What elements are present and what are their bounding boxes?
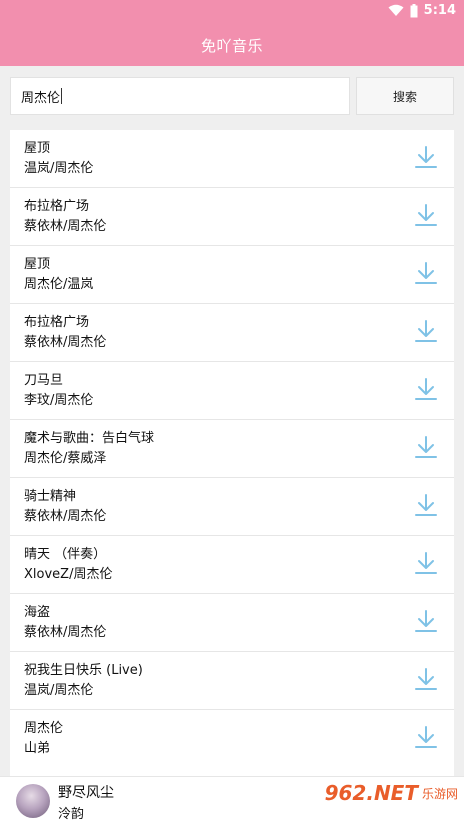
- song-artist: 李玟/周杰伦: [24, 393, 94, 408]
- download-icon[interactable]: [414, 203, 438, 229]
- song-artist: 温岚/周杰伦: [24, 161, 94, 176]
- song-list: 屋顶 温岚/周杰伦 布拉格广场 蔡依林/周杰伦 屋顶 周杰伦/温岚 布拉格广场 蔡依林/周杰伦…: [10, 130, 454, 776]
- download-icon[interactable]: [414, 435, 438, 461]
- wifi-icon: [388, 4, 404, 16]
- song-row[interactable]: 骑士精神蔡依林/周杰伦: [10, 478, 454, 536]
- song-title: 布拉格广场: [24, 199, 90, 214]
- download-icon[interactable]: [414, 493, 438, 519]
- song-title: 周杰伦: [24, 721, 64, 736]
- battery-icon: [410, 3, 418, 17]
- player-song-title: 野尽风尘: [58, 785, 114, 801]
- download-icon[interactable]: [414, 319, 438, 345]
- text-cursor: [61, 88, 63, 104]
- song-title: 祝我生日快乐 (Live): [24, 663, 143, 678]
- song-title: 海盗: [24, 605, 51, 620]
- song-row[interactable]: 魔术与歌曲：告白气球 周杰伦/蔡威泽: [10, 420, 454, 478]
- song-row[interactable]: 屋顶周杰伦/温岚: [10, 246, 454, 304]
- app-title: 免吖音乐: [200, 37, 263, 55]
- song-artist: 蔡依林/周杰伦: [24, 509, 107, 524]
- download-icon[interactable]: [414, 145, 438, 171]
- watermark-main: 962.NET: [324, 781, 418, 805]
- search-input[interactable]: 周杰伦: [10, 77, 350, 115]
- status-icons: 5:14: [388, 3, 456, 18]
- song-artist: 周杰伦/温岚: [24, 277, 94, 292]
- song-artist: 周杰伦/蔡威泽: [24, 451, 107, 466]
- song-artist: XloveZ/周杰伦: [24, 567, 113, 582]
- status-time: 5:14: [423, 3, 456, 18]
- song-title: 晴天 （伴奏）: [24, 547, 107, 562]
- song-artist: 温岚/周杰伦: [24, 683, 94, 698]
- status-bar: 5:14: [0, 0, 464, 26]
- song-artist: 蔡依林/周杰伦: [24, 335, 107, 350]
- watermark-sub: 乐游网: [421, 786, 458, 801]
- song-title: 屋顶: [24, 257, 51, 272]
- download-icon[interactable]: [414, 261, 438, 287]
- song-row[interactable]: 海盗蔡依林/周杰伦: [10, 594, 454, 652]
- download-icon[interactable]: [414, 609, 438, 635]
- song-artist: 山弟: [24, 741, 51, 756]
- download-icon[interactable]: [414, 377, 438, 403]
- song-title: 骑士精神: [24, 489, 77, 504]
- song-row[interactable]: 晴天 （伴奏） XloveZ/周杰伦: [10, 536, 454, 594]
- search-input-value: 周杰伦: [21, 90, 61, 106]
- player-song-artist: 泠韵: [58, 807, 85, 822]
- search-button[interactable]: 搜索: [356, 77, 454, 115]
- song-row[interactable]: 布拉格广场蔡依林/周杰伦: [10, 304, 454, 362]
- album-cover[interactable]: [16, 784, 50, 818]
- song-title: 刀马旦: [24, 373, 64, 388]
- song-title: 魔术与歌曲：告白气球: [24, 431, 155, 446]
- download-icon[interactable]: [414, 667, 438, 693]
- song-artist: 蔡依林/周杰伦: [24, 219, 107, 234]
- song-title: 屋顶: [24, 141, 51, 156]
- app-bar: 免吖音乐: [0, 26, 464, 66]
- song-title: 布拉格广场: [24, 315, 90, 330]
- song-row[interactable]: 周杰伦 山弟: [10, 710, 454, 768]
- download-icon[interactable]: [414, 725, 438, 751]
- mini-player[interactable]: 野尽风尘 泠韵 962.NET 乐游网: [0, 776, 464, 825]
- song-artist: 蔡依林/周杰伦: [24, 625, 107, 640]
- download-icon[interactable]: [414, 551, 438, 577]
- song-row[interactable]: 刀马旦李玟/周杰伦: [10, 362, 454, 420]
- song-row[interactable]: 布拉格广场蔡依林/周杰伦: [10, 188, 454, 246]
- song-row[interactable]: 屋顶温岚/周杰伦: [10, 130, 454, 188]
- song-row[interactable]: 祝我生日快乐 (Live) 温岚/周杰伦: [10, 652, 454, 710]
- watermark-logo: 962.NET 乐游网: [325, 781, 458, 805]
